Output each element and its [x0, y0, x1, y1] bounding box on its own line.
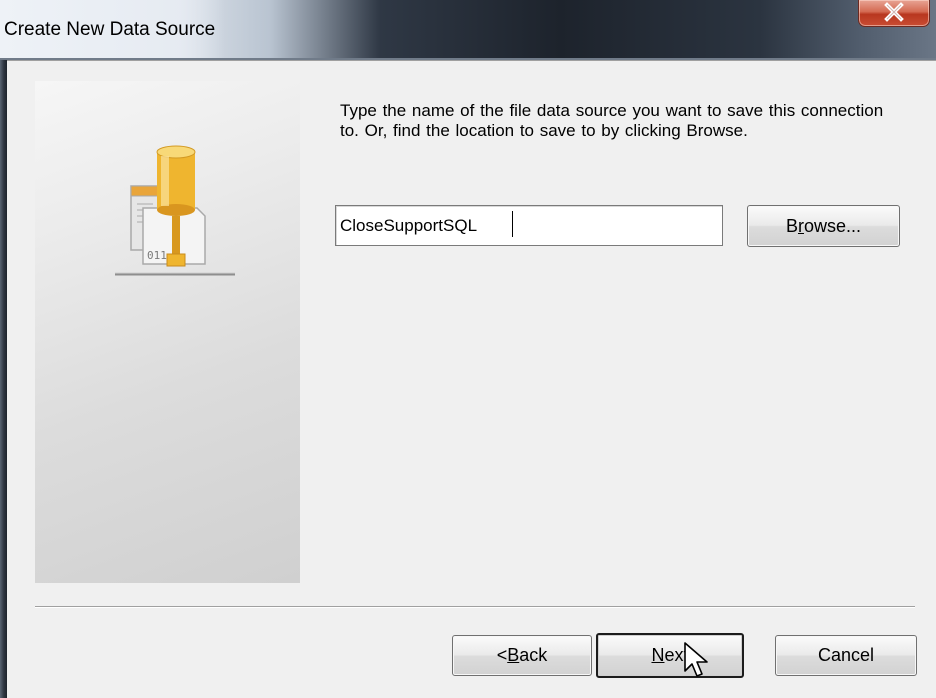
- next-label-post: ext: [664, 645, 689, 665]
- back-label-post: ack: [519, 645, 548, 665]
- back-accelerator: B: [507, 645, 520, 665]
- cancel-label: Cancel: [817, 645, 875, 665]
- window-title: Create New Data Source: [0, 0, 226, 60]
- file-data-source-icon: 011 0: [115, 145, 235, 276]
- next-accelerator: N: [651, 645, 665, 665]
- wizard-body: 011 0 Type the name of the file data sou…: [7, 60, 936, 698]
- title-bar[interactable]: Create New Data Source: [0, 0, 936, 60]
- cancel-button[interactable]: Cancel: [775, 635, 917, 676]
- back-button[interactable]: < Back: [452, 635, 592, 676]
- browse-button[interactable]: Br owse...: [747, 205, 900, 247]
- browse-label-post: owse...: [803, 215, 862, 236]
- browse-label-pre: B: [785, 215, 798, 236]
- close-button[interactable]: [858, 0, 930, 27]
- text-caret: [512, 211, 513, 237]
- data-source-name-input[interactable]: [335, 205, 723, 246]
- window-frame-left: [0, 60, 7, 698]
- next-button[interactable]: Next: [596, 633, 744, 678]
- separator-line: [35, 606, 915, 608]
- wizard-graphic-panel: 011 0: [35, 81, 300, 583]
- back-label-pre: <: [496, 645, 508, 665]
- close-icon: [884, 2, 904, 22]
- instruction-text: Type the name of the file data source yo…: [340, 101, 884, 140]
